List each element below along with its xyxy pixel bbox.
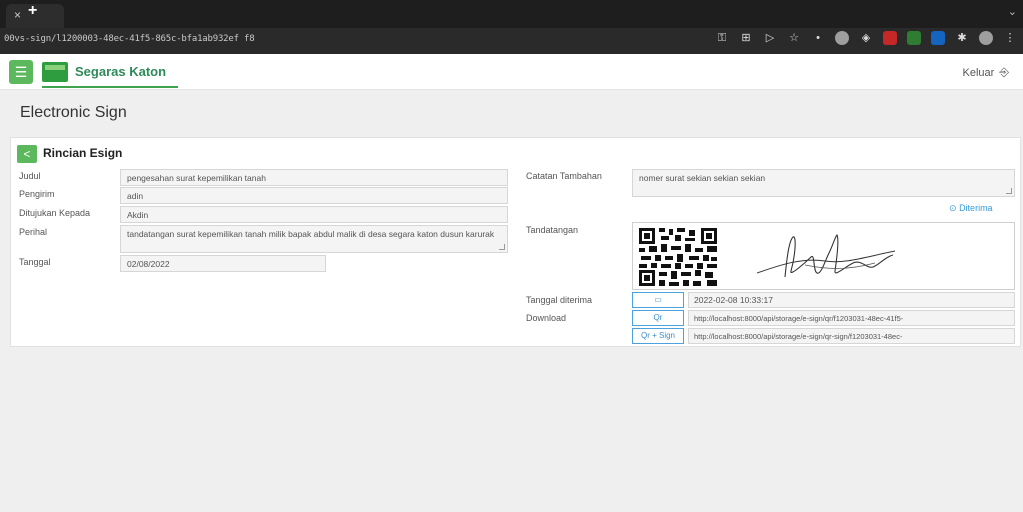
hamburger-menu-button[interactable]: ☰ (9, 60, 33, 84)
notes-label: Catatan Tambahan (526, 171, 602, 181)
extension-icon[interactable] (835, 31, 849, 45)
qr-code-image (637, 226, 719, 288)
received-date-field[interactable]: 2022-02-08 10:33:17 (688, 292, 1015, 308)
esign-details-panel: < Rincian Esign Judul pengesahan surat k… (10, 137, 1021, 347)
profile-avatar-icon[interactable] (979, 31, 993, 45)
download-qr-sign-button[interactable]: Qr + Sign (632, 328, 684, 344)
title-field[interactable]: pengesahan surat kepemilikan tanah (120, 169, 508, 186)
close-tab-icon[interactable]: × (14, 8, 21, 22)
calendar-icon: ▭ (632, 292, 684, 308)
download-qr-button[interactable]: Qr (632, 310, 684, 326)
bookmark-star-icon[interactable]: ☆ (787, 31, 801, 45)
cast-icon[interactable]: ▷ (763, 31, 777, 45)
extension-icon[interactable] (883, 31, 897, 45)
extension-dot-icon[interactable]: • (811, 31, 825, 45)
brand-name[interactable]: Segaras Katon (75, 64, 166, 79)
logout-label: Keluar (962, 67, 995, 79)
qr-sign-download-link[interactable]: http://localhost:8000/api/storage/e-sign… (688, 328, 1015, 344)
new-tab-icon[interactable]: + (28, 2, 37, 20)
qr-download-link[interactable]: http://localhost:8000/api/storage/e-sign… (688, 310, 1015, 326)
subject-textarea[interactable]: tandatangan surat kepemilikan tanah mili… (120, 225, 508, 253)
translate-icon[interactable]: ⊞ (739, 31, 753, 45)
signature-box (632, 222, 1015, 290)
address-bar: 00vs-sign/l1200003-48ec-41f5-865c-bfa1ab… (0, 28, 1023, 54)
accepted-status: ⊙ Diterima (949, 203, 993, 214)
puzzle-icon[interactable]: ✱ (955, 31, 969, 45)
chevron-down-icon[interactable]: ⌄ (1008, 5, 1017, 18)
check-circle-icon: ⊙ (949, 203, 957, 213)
extension-icon[interactable]: ◈ (859, 31, 873, 45)
notes-textarea[interactable]: nomer surat sekian sekian sekian (632, 169, 1015, 197)
extension-icon[interactable] (931, 31, 945, 45)
app-header: ☰ Segaras Katon Keluar ⎆ (0, 54, 1023, 90)
browser-tab-bar: × + ⌄ (0, 0, 1023, 28)
logout-icon: ⎆ (999, 65, 1009, 79)
back-button[interactable]: < (17, 145, 37, 163)
panel-title: Rincian Esign (43, 146, 123, 160)
handwritten-signature-image (756, 234, 896, 278)
date-field[interactable]: 02/08/2022 (120, 255, 326, 272)
received-date-label: Tanggal diterima (526, 295, 593, 305)
extension-icon[interactable] (907, 31, 921, 45)
sender-field[interactable]: adin (120, 187, 508, 204)
app-logo-icon (42, 62, 68, 82)
recipient-field[interactable]: Akdin (120, 206, 508, 223)
accepted-label: Diterima (959, 203, 993, 213)
download-label: Download (526, 313, 567, 323)
recipient-label: Ditujukan Kepada (19, 208, 91, 218)
more-menu-icon[interactable]: ⋮ (1003, 31, 1017, 45)
logout-button[interactable]: Keluar ⎆ (963, 65, 1009, 80)
title-label: Judul (19, 171, 41, 181)
page-title: Electronic Sign (20, 104, 127, 121)
signature-label: Tandatangan (526, 225, 579, 235)
url-text[interactable]: 00vs-sign/l1200003-48ec-41f5-865c-bfa1ab… (4, 34, 255, 44)
sender-label: Pengirim (19, 189, 55, 199)
subject-label: Perihal (19, 227, 48, 237)
brand-underline (42, 86, 178, 88)
date-label: Tanggal (19, 257, 51, 267)
browser-toolbar: ⚿ ⊞ ▷ ☆ • ◈ ✱ ⋮ (715, 31, 1017, 45)
key-icon[interactable]: ⚿ (715, 31, 729, 45)
